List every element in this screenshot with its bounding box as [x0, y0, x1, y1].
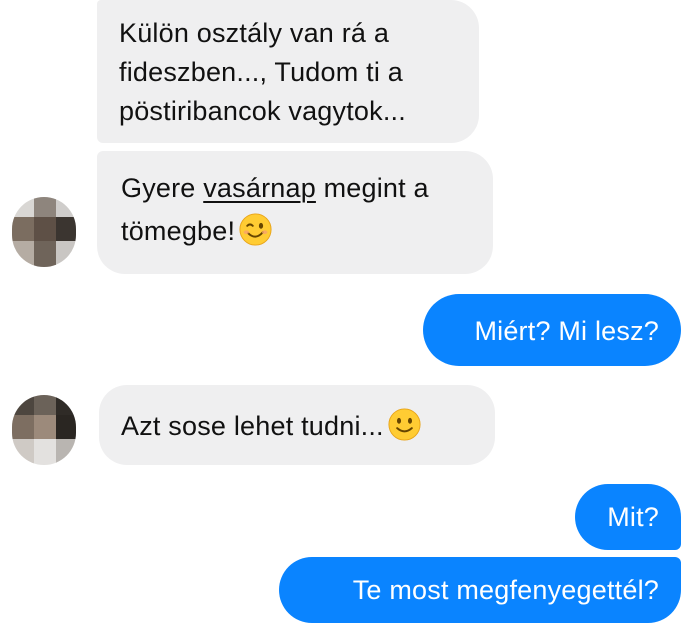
contact-avatar[interactable] [12, 197, 76, 267]
avatar-pixel [12, 217, 34, 241]
outgoing-message-bubble[interactable]: Miért? Mi lesz? [423, 294, 681, 366]
avatar-pixel [12, 415, 34, 439]
avatar-pixel [34, 415, 56, 439]
avatar-pixel [56, 197, 76, 217]
avatar-pixel [34, 241, 56, 267]
message-text: tömegbe! [121, 216, 236, 246]
avatar-pixel [56, 439, 76, 465]
outgoing-message-bubble[interactable]: Te most megfenyegettél? [279, 557, 681, 623]
date-link[interactable]: vasárnap [203, 173, 316, 203]
avatar-pixel [34, 395, 56, 415]
avatar-pixel [12, 395, 34, 415]
avatar-pixel [56, 395, 76, 415]
slightly-smiling-face-icon [388, 408, 421, 441]
message-text: Gyere [121, 173, 204, 203]
message-text: Azt sose lehet tudni... [121, 411, 384, 441]
avatar-pixel [34, 439, 56, 465]
avatar-pixel [12, 241, 34, 267]
outgoing-message-bubble[interactable]: Mit? [575, 484, 681, 550]
avatar-pixel [56, 241, 76, 267]
avatar-pixel [12, 439, 34, 465]
avatar-pixel [12, 197, 34, 217]
message-text-line: Azt sose lehet tudni... [121, 407, 475, 446]
avatar-pixel [34, 197, 56, 217]
avatar-pixel [56, 415, 76, 439]
message-text-line: Miért? Mi lesz? [474, 316, 659, 346]
incoming-message-bubble[interactable]: Azt sose lehet tudni... [99, 385, 495, 465]
message-text: megint a [315, 173, 429, 203]
incoming-message-bubble[interactable]: Gyere vasárnap megint a tömegbe! [97, 151, 493, 274]
incoming-message-bubble[interactable]: Külön osztály van rá a fideszben..., Tud… [97, 0, 479, 143]
contact-avatar[interactable] [12, 395, 76, 465]
message-text-line: Gyere vasárnap megint a [121, 169, 473, 208]
avatar-pixel [34, 217, 56, 241]
message-text-line: pöstiribancok vagytok... [119, 96, 406, 126]
message-text-line: Külön osztály van rá a [119, 18, 390, 48]
message-text-line: fideszben..., Tudom ti a [119, 57, 403, 87]
message-text-line: Te most megfenyegettél? [352, 575, 659, 605]
avatar-pixel [56, 217, 76, 241]
message-text-line: Mit? [607, 502, 659, 532]
winking-face-icon [239, 213, 272, 246]
message-text-line: tömegbe! [121, 212, 473, 251]
